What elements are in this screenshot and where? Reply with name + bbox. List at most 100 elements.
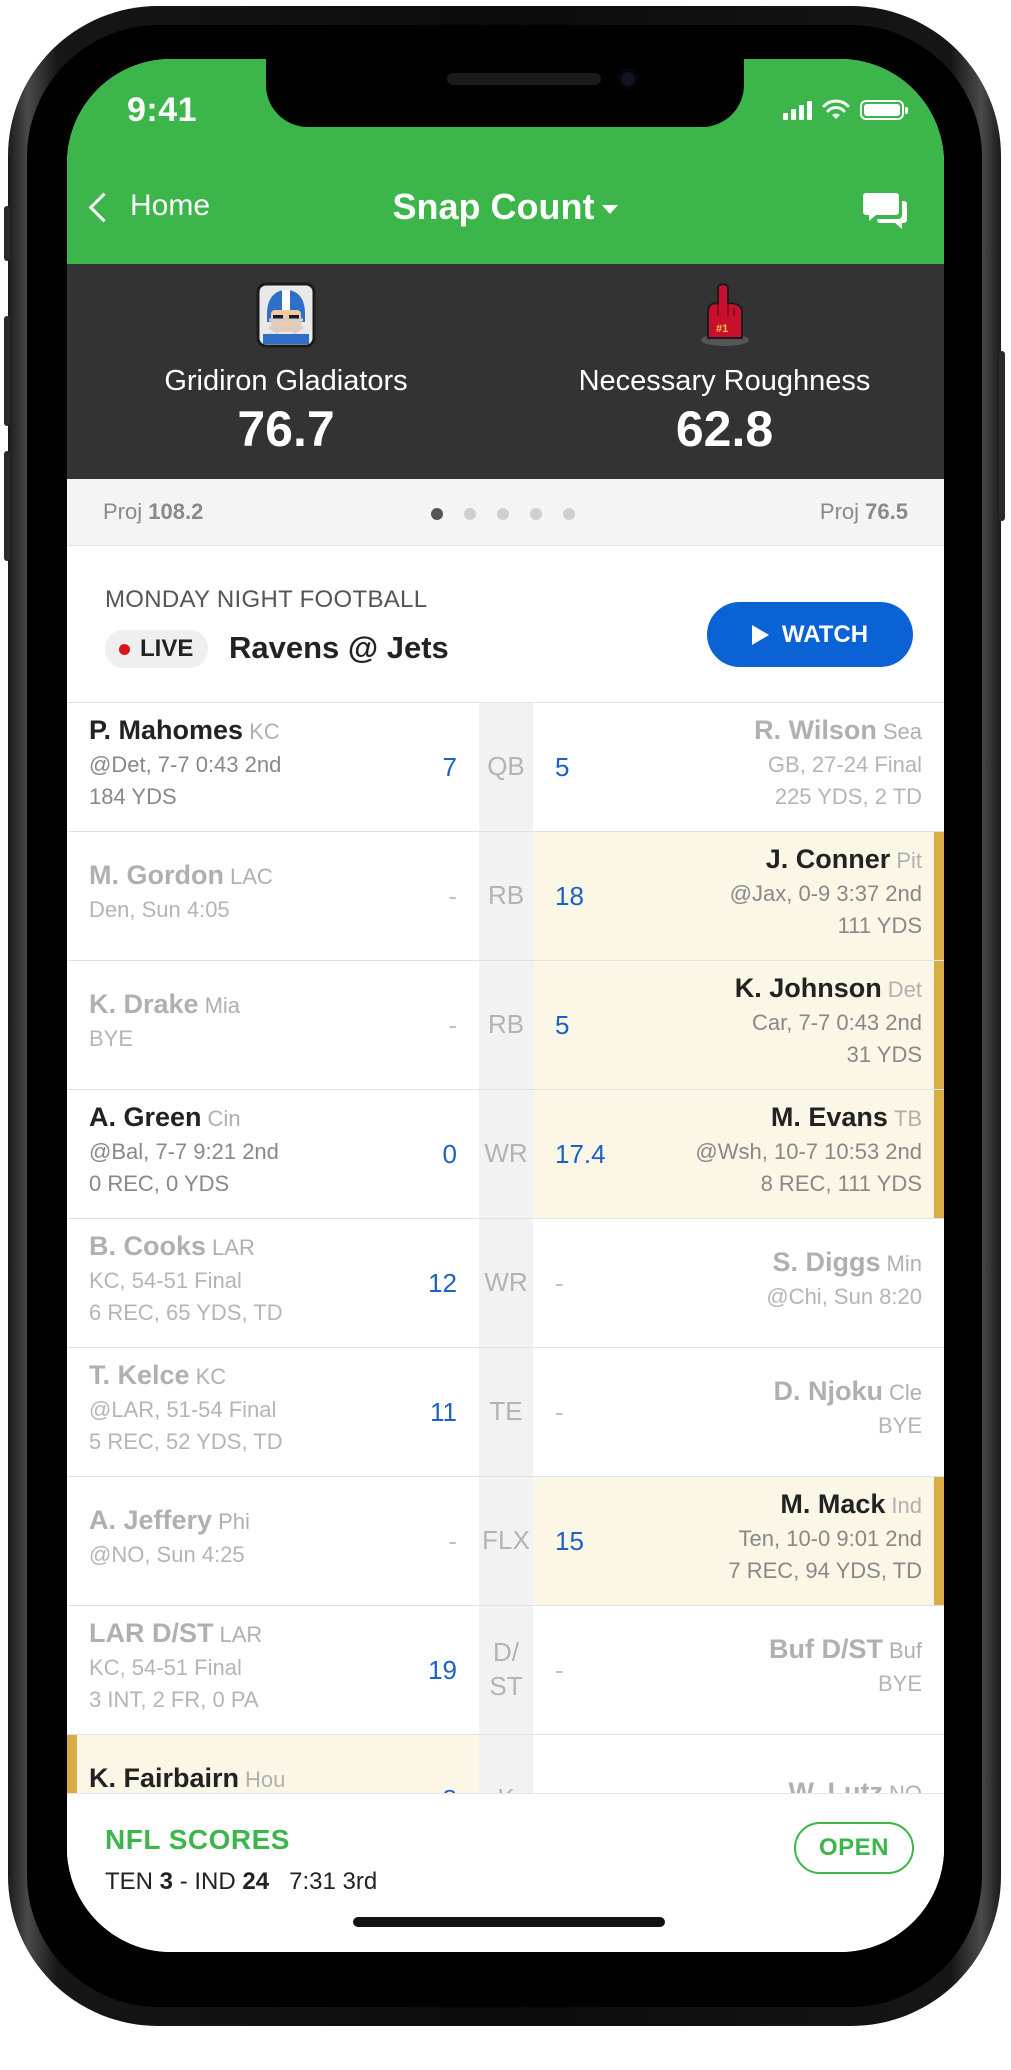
watch-button[interactable]: WATCH — [707, 602, 913, 667]
away-player-cell[interactable]: - S. Diggs Min @Chi, Sun 8:20 — [533, 1219, 944, 1347]
away-team[interactable]: #1 Necessary Roughness 62.8 — [505, 264, 944, 458]
player-name: A. Green — [89, 1102, 202, 1132]
home-player-points: 12 — [428, 1267, 457, 1298]
page-title-dropdown[interactable]: Snap Count — [67, 186, 944, 228]
roster-row[interactable]: K. Drake Mia BYE - RB 5 K. Johnson Det Car, 7-7 … — [67, 960, 944, 1089]
player-name: K. Johnson — [734, 973, 882, 1003]
player-game-info: @Wsh, 10-7 10:53 2nd — [695, 1139, 922, 1164]
away-player-points: 17.4 — [555, 1138, 606, 1169]
player-stats: 31 YDS — [846, 1042, 922, 1067]
page-dot[interactable] — [530, 508, 542, 520]
score-separator: - — [179, 1868, 188, 1895]
page-indicator[interactable] — [431, 508, 575, 520]
roster-row[interactable]: A. Jeffery Phi @NO, Sun 4:25 - FLX 15 M. Mack I… — [67, 1476, 944, 1605]
roster-row[interactable]: A. Green Cin @Bal, 7-7 9:21 2nd 0 REC, 0 YD… — [67, 1089, 944, 1218]
away-team-name: Necessary Roughness — [578, 365, 871, 397]
player-team: KC — [249, 719, 280, 744]
player-team: LAR — [219, 1622, 263, 1647]
watch-label: WATCH — [781, 620, 869, 648]
home-player-points: 0 — [442, 1138, 457, 1169]
position-label: RB — [479, 961, 533, 1089]
roster-row[interactable]: P. Mahomes KC @Det, 7-7 0:43 2nd 184 YDS 7 QB… — [67, 702, 944, 831]
foam-finger-avatar: #1 — [700, 283, 749, 346]
home-player-cell[interactable]: A. Jeffery Phi @NO, Sun 4:25 - — [67, 1477, 479, 1605]
player-name-line: T. Kelce KC — [89, 1358, 389, 1394]
player-name-line: LAR D/ST LAR — [89, 1616, 389, 1652]
player-stats: 184 YDS — [89, 784, 177, 809]
away-player-points: - — [555, 1654, 564, 1685]
open-scores-button[interactable]: OPEN — [794, 1822, 914, 1874]
front-camera — [617, 68, 639, 90]
active-player-indicator — [934, 832, 944, 960]
player-name: B. Cooks — [89, 1231, 207, 1261]
player-team: TB — [893, 1106, 922, 1131]
player-name-line: J. Conner Pit — [612, 842, 922, 878]
roster-row[interactable]: T. Kelce KC @LAR, 51-54 Final 5 REC, 52 YDS… — [67, 1347, 944, 1476]
away-player-points: 15 — [555, 1525, 584, 1556]
home-player-points: 19 — [428, 1654, 457, 1685]
player-game-info: @NO, Sun 4:25 — [89, 1542, 245, 1567]
player-name: S. Diggs — [772, 1247, 881, 1277]
home-player-points: - — [448, 1009, 457, 1040]
player-team: LAR — [212, 1235, 255, 1260]
projection-bar: Proj 108.2 Proj 76.5 — [67, 479, 944, 546]
home-player-cell[interactable]: T. Kelce KC @LAR, 51-54 Final 5 REC, 52 YDS… — [67, 1348, 479, 1476]
score-team-1: TEN — [105, 1868, 153, 1895]
home-indicator[interactable] — [353, 1917, 665, 1927]
matchup-scoreboard[interactable]: Gridiron Gladiators 76.7 #1 Necessary Ro… — [67, 264, 944, 479]
status-icons — [783, 99, 908, 120]
away-player-cell[interactable]: 18 J. Conner Pit @Jax, 0-9 3:37 2nd 111 YDS — [533, 832, 944, 960]
chat-bubbles-icon[interactable] — [862, 191, 908, 231]
home-player-cell[interactable]: B. Cooks LAR KC, 54-51 Final 6 REC, 65 YDS,… — [67, 1219, 479, 1347]
roster-row[interactable]: B. Cooks LAR KC, 54-51 Final 6 REC, 65 YDS,… — [67, 1218, 944, 1347]
live-dot-icon — [119, 643, 130, 655]
away-player: M. Evans TB @Wsh, 10-7 10:53 2nd 8 REC, 111… — [612, 1100, 922, 1200]
away-player-cell[interactable]: - Buf D/ST Buf BYE — [533, 1606, 944, 1734]
home-player-cell[interactable]: M. Gordon LAC Den, Sun 4:05 - — [67, 832, 479, 960]
position-label: RB — [479, 832, 533, 960]
away-player-cell[interactable]: - D. Njoku Cle BYE — [533, 1348, 944, 1476]
home-player-cell[interactable]: K. Drake Mia BYE - — [67, 961, 479, 1089]
page-dot[interactable] — [464, 508, 476, 520]
home-player-cell[interactable]: LAR D/ST LAR KC, 54-51 Final 3 INT, 2 FR, 0… — [67, 1606, 479, 1734]
player-game-info: Den, Sun 4:05 — [89, 897, 230, 922]
page-dot[interactable] — [497, 508, 509, 520]
player-name-line: Buf D/ST Buf — [612, 1632, 922, 1668]
player-name-line: D. Njoku Cle — [612, 1374, 922, 1410]
home-player-cell[interactable]: A. Green Cin @Bal, 7-7 9:21 2nd 0 REC, 0 YD… — [67, 1090, 479, 1218]
player-team: LAC — [229, 864, 273, 889]
home-team[interactable]: Gridiron Gladiators 76.7 — [67, 264, 505, 458]
home-player-points: 7 — [442, 751, 457, 782]
away-player: J. Conner Pit @Jax, 0-9 3:37 2nd 111 YDS — [612, 842, 922, 942]
roster-list: P. Mahomes KC @Det, 7-7 0:43 2nd 184 YDS 7 QB… — [67, 702, 944, 1863]
wifi-icon — [822, 99, 850, 119]
player-game-info: BYE — [877, 1413, 922, 1438]
nfl-scores-title: NFL SCORES — [105, 1824, 290, 1855]
away-player-points: - — [555, 1267, 564, 1298]
page-dot[interactable] — [431, 508, 443, 520]
player-name-line: M. Evans TB — [612, 1100, 922, 1136]
away-player-points: - — [555, 1396, 564, 1427]
away-player-cell[interactable]: 5 R. Wilson Sea GB, 27-24 Final 225 YDS, 2 T… — [533, 703, 944, 831]
signal-icon — [783, 101, 812, 120]
position-label: QB — [479, 703, 533, 831]
player-team: Hou — [245, 1767, 286, 1792]
nfl-scores-bar[interactable]: NFL SCORES TEN 3 - IND 24 7:31 3rd OPEN — [67, 1793, 944, 1952]
away-player-cell[interactable]: 15 M. Mack Ind Ten, 10-0 9:01 2nd 7 REC, 94 … — [533, 1477, 944, 1605]
home-player-cell[interactable]: P. Mahomes KC @Det, 7-7 0:43 2nd 184 YDS 7 — [67, 703, 479, 831]
away-player-cell[interactable]: 17.4 M. Evans TB @Wsh, 10-7 10:53 2nd 8 REC,… — [533, 1090, 944, 1218]
roster-row[interactable]: M. Gordon LAC Den, Sun 4:05 - RB 18 J. Conner P… — [67, 831, 944, 960]
speaker-grille — [447, 73, 601, 85]
active-player-indicator — [934, 1090, 944, 1218]
player-name-line: R. Wilson Sea — [612, 713, 922, 749]
away-player: Buf D/ST Buf BYE — [612, 1632, 922, 1700]
caret-down-icon — [602, 204, 619, 214]
player-stats: 7 REC, 94 YDS, TD — [728, 1558, 922, 1583]
away-player-points: 18 — [555, 880, 584, 911]
home-player: LAR D/ST LAR KC, 54-51 Final 3 INT, 2 FR, 0… — [89, 1616, 389, 1716]
roster-row[interactable]: LAR D/ST LAR KC, 54-51 Final 3 INT, 2 FR, 0… — [67, 1605, 944, 1734]
away-player-cell[interactable]: 5 K. Johnson Det Car, 7-7 0:43 2nd 31 YDS — [533, 961, 944, 1089]
page-title: Snap Count — [392, 186, 595, 227]
page-dot[interactable] — [563, 508, 575, 520]
player-game-info: BYE — [877, 1671, 922, 1696]
